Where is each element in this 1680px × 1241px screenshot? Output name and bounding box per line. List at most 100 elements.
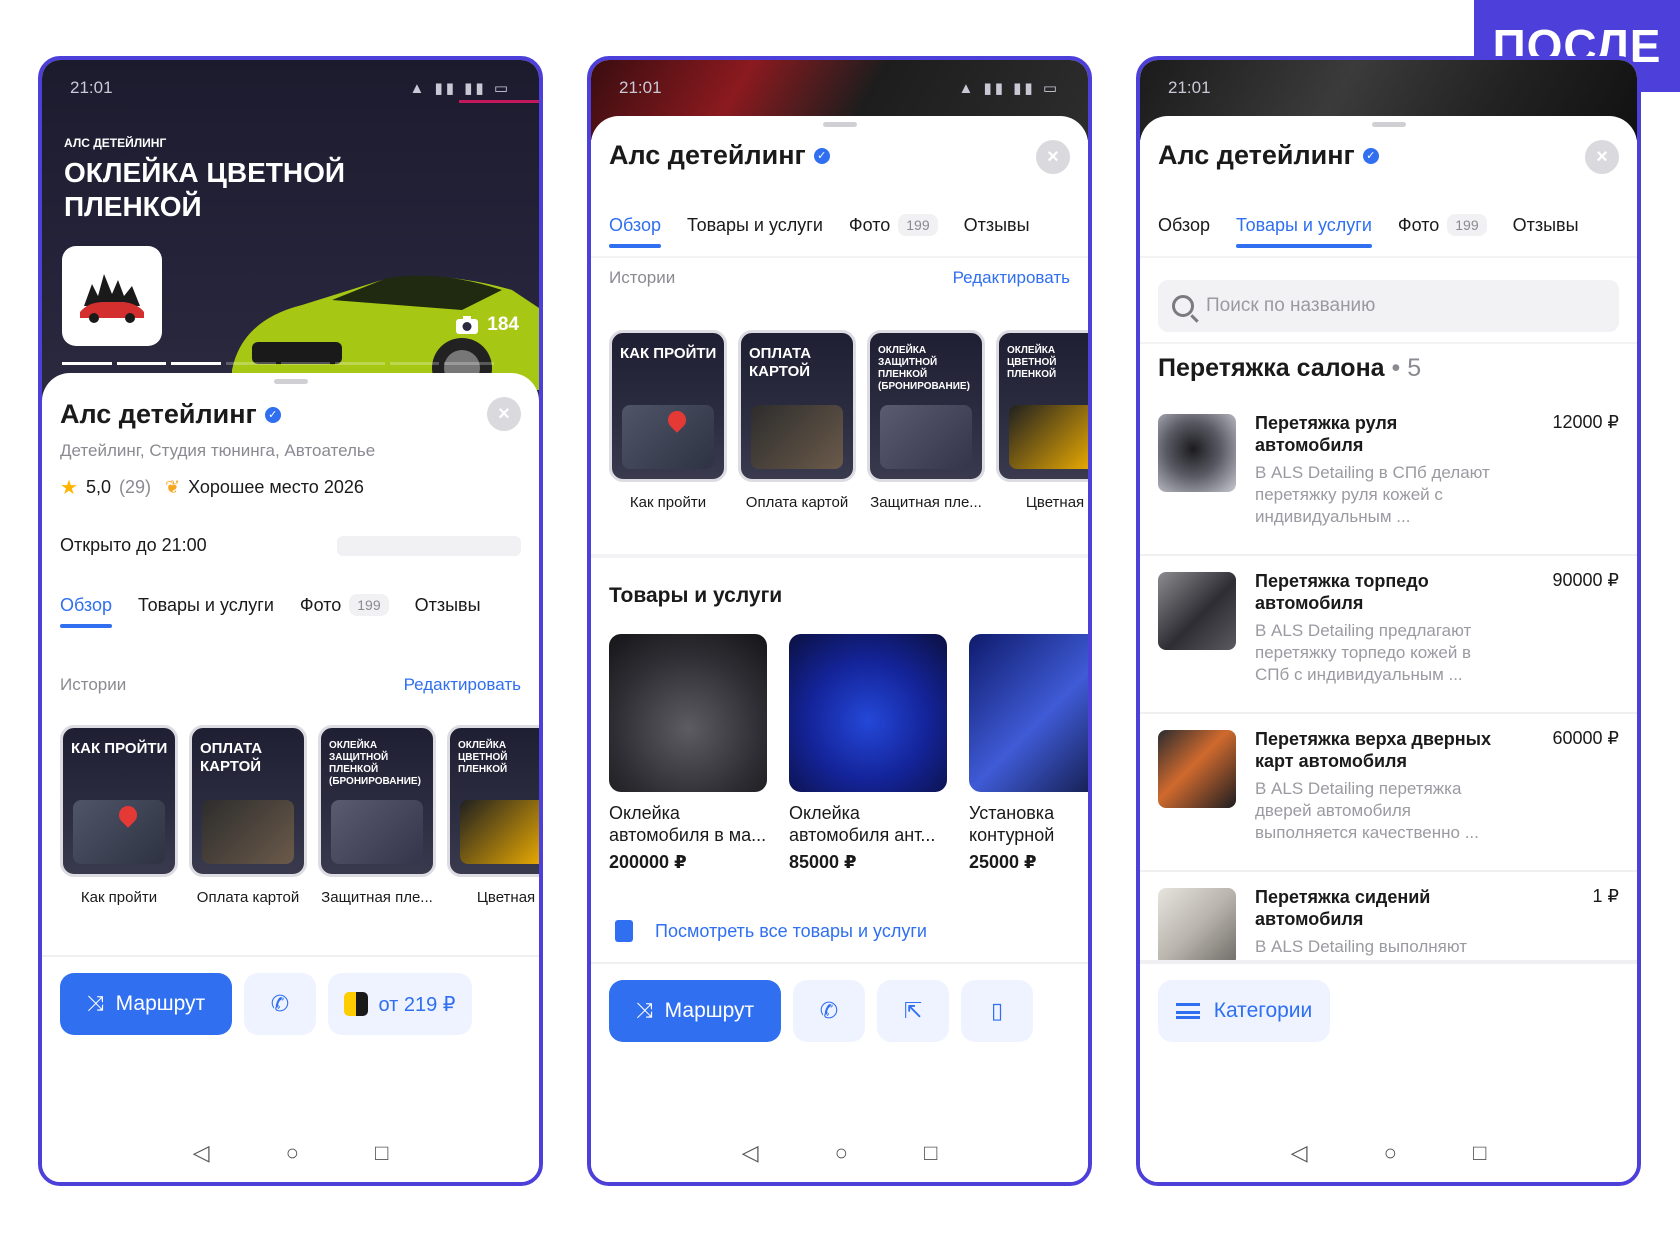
tabs: Обзор Товары и услуги Фото 199 Отзывы	[1158, 200, 1637, 250]
story-item[interactable]: ОКЛЕЙКА ЦВЕТНОЙ ПЛЕНКОЙ Цветная	[447, 725, 539, 906]
sheet-grabber[interactable]	[273, 379, 308, 384]
bookmark-button[interactable]: ▯	[961, 980, 1033, 1042]
rating-row[interactable]: ★ 5,0 (29) ❦ Хорошее место 2026	[60, 475, 364, 500]
tab-overview[interactable]: Обзор	[60, 580, 112, 630]
story-item[interactable]: КАК ПРОЙТИ Как пройти	[609, 330, 727, 511]
product-name: Оклейка автомобиля ант...	[789, 803, 936, 845]
list-item[interactable]: Перетяжка руля автомобиля 12000 ₽ В ALS …	[1140, 398, 1637, 556]
see-all-products-link[interactable]: Посмотреть все товары и услуги	[615, 920, 927, 942]
close-button[interactable]: ×	[487, 397, 521, 431]
tab-reviews[interactable]: Отзывы	[415, 580, 481, 630]
list-item[interactable]: Перетяжка сидений автомобиля 1 ₽ В ALS D…	[1140, 872, 1637, 962]
item-name: Перетяжка сидений автомобиля	[1255, 887, 1431, 929]
route-button[interactable]: ⤨ Маршрут	[60, 973, 232, 1035]
list-item[interactable]: Перетяжка торпедо автомобиля 90000 ₽ В A…	[1140, 556, 1637, 714]
item-name: Перетяжка руля автомобиля	[1255, 413, 1398, 455]
status-bar: 21:01	[1140, 60, 1637, 116]
product-card[interactable]: Оклейка автомобиля в ма... 200000 ₽	[609, 634, 767, 873]
tab-products[interactable]: Товары и услуги	[138, 580, 274, 630]
taxi-button[interactable]: от 219 ₽	[328, 973, 472, 1035]
tabs-divider	[591, 256, 1088, 258]
tab-products[interactable]: Товары и услуги	[687, 200, 823, 250]
tab-products[interactable]: Товары и услуги	[1236, 200, 1372, 250]
camera-icon	[456, 316, 479, 334]
sheet-grabber[interactable]	[822, 122, 857, 127]
categories-button[interactable]: Категории	[1158, 980, 1330, 1042]
tab-reviews[interactable]: Отзывы	[964, 200, 1030, 250]
section-divider	[591, 554, 1088, 558]
tab-photos[interactable]: Фото 199	[1398, 200, 1487, 250]
recents-icon[interactable]: □	[924, 1140, 937, 1166]
route-icon: ⤨	[86, 992, 104, 1015]
product-card[interactable]: Оклейка автомобиля ант... 85000 ₽	[789, 634, 947, 873]
product-image	[609, 634, 767, 792]
phone-overview-scrolled: 21:01 ▲ ▮▮ ▮▮ ▭ Алс детейлинг ✓ × Обзор …	[587, 56, 1092, 1186]
stories-header: Истории Редактировать	[609, 268, 1070, 288]
status-icons: ▲ ▮▮ ▮▮ ▭	[958, 80, 1060, 97]
story-label: Как пройти	[80, 889, 158, 906]
edit-stories-link[interactable]: Редактировать	[404, 675, 521, 695]
back-icon[interactable]: ◁	[193, 1140, 210, 1166]
item-name: Перетяжка торпедо автомобиля	[1255, 571, 1429, 613]
business-sheet: Алс детейлинг ✓ × Детейлинг, Студия тюни…	[42, 373, 539, 1182]
close-button[interactable]: ×	[1036, 140, 1070, 174]
story-label: Защитная пле...	[870, 494, 982, 511]
sheet-grabber[interactable]	[1371, 122, 1406, 127]
stories-title: Истории	[609, 268, 676, 287]
back-icon[interactable]: ◁	[742, 1140, 759, 1166]
product-card[interactable]: Установка контурной 25000 ₽	[969, 634, 1088, 873]
photo-count[interactable]: 184	[455, 314, 519, 336]
recents-icon[interactable]: □	[1473, 1140, 1486, 1166]
recents-icon[interactable]: □	[375, 1140, 388, 1166]
business-name: Алс детейлинг ✓	[60, 399, 281, 430]
tab-overview[interactable]: Обзор	[609, 200, 661, 250]
item-thumbnail	[1158, 414, 1236, 492]
close-button[interactable]: ×	[1585, 140, 1619, 174]
open-hours-row[interactable]: Открыто до 21:00	[60, 535, 521, 556]
list-item[interactable]: Перетяжка верха дверных карт автомобиля …	[1140, 714, 1637, 872]
tabs: Обзор Товары и услуги Фото 199 Отзывы	[60, 580, 539, 630]
tab-photos[interactable]: Фото 199	[849, 200, 938, 250]
call-button[interactable]: ✆	[793, 980, 865, 1042]
system-nav: ◁ ○ □	[42, 1124, 539, 1182]
route-button[interactable]: ⤨ Маршрут	[609, 980, 781, 1042]
item-description: В ALS Detailing выполняют перетяжку сиде…	[1255, 937, 1468, 960]
share-button[interactable]: ⇱	[877, 980, 949, 1042]
story-label: Оплата картой	[196, 889, 300, 906]
service-list: Перетяжка руля автомобиля 12000 ₽ В ALS …	[1140, 398, 1637, 962]
story-item[interactable]: КАК ПРОЙТИ Как пройти	[60, 725, 178, 906]
home-icon[interactable]: ○	[286, 1140, 299, 1166]
share-icon: ⇱	[903, 998, 923, 1023]
story-item[interactable]: ОПЛАТА КАРТОЙ Оплата картой	[738, 330, 856, 511]
catalog-icon	[615, 920, 633, 942]
products-title: Товары и услуги	[609, 584, 783, 607]
item-description: В ALS Detailing в СПб делают перетяжку р…	[1255, 463, 1490, 526]
stories-title: Истории	[60, 675, 127, 694]
back-icon[interactable]: ◁	[1291, 1140, 1308, 1166]
story-item[interactable]: ОКЛЕЙКА ЗАЩИТНОЙ ПЛЕНКОЙ (БРОНИРОВАНИЕ) …	[867, 330, 985, 511]
business-sheet: Алс детейлинг ✓ × Обзор Товары и услуги …	[1140, 116, 1637, 1182]
group-count: • 5	[1391, 354, 1422, 382]
story-item[interactable]: ОПЛАТА КАРТОЙ Оплата картой	[189, 725, 307, 906]
story-progress	[62, 362, 494, 365]
tab-reviews[interactable]: Отзывы	[1513, 200, 1579, 250]
product-image	[969, 634, 1088, 792]
home-icon[interactable]: ○	[1384, 1140, 1397, 1166]
tab-overview[interactable]: Обзор	[1158, 200, 1210, 250]
call-button[interactable]: ✆	[244, 973, 316, 1035]
photo-tab-count: 199	[1447, 214, 1487, 236]
product-price: 25000 ₽	[969, 852, 1037, 872]
bookmark-icon: ▯	[990, 998, 1004, 1023]
story-item[interactable]: ОКЛЕЙКА ЗАЩИТНОЙ ПЛЕНКОЙ (БРОНИРОВАНИЕ) …	[318, 725, 436, 906]
rating-value: 5,0	[85, 477, 111, 497]
story-item[interactable]: ОКЛЕЙКА ЦВЕТНОЙ ПЛЕНКОЙ Цветная	[996, 330, 1088, 511]
open-hours: Открыто до 21:00	[60, 535, 207, 555]
tab-photos[interactable]: Фото 199	[300, 580, 389, 630]
business-categories: Детейлинг, Студия тюнинга, Автоателье	[60, 441, 376, 460]
edit-stories-link[interactable]: Редактировать	[953, 268, 1070, 288]
route-icon: ⤨	[635, 999, 653, 1022]
photo-count-value: 184	[487, 314, 519, 335]
search-input[interactable]: Поиск по названию	[1158, 280, 1619, 332]
home-icon[interactable]: ○	[835, 1140, 848, 1166]
item-price: 90000 ₽	[1552, 570, 1619, 590]
